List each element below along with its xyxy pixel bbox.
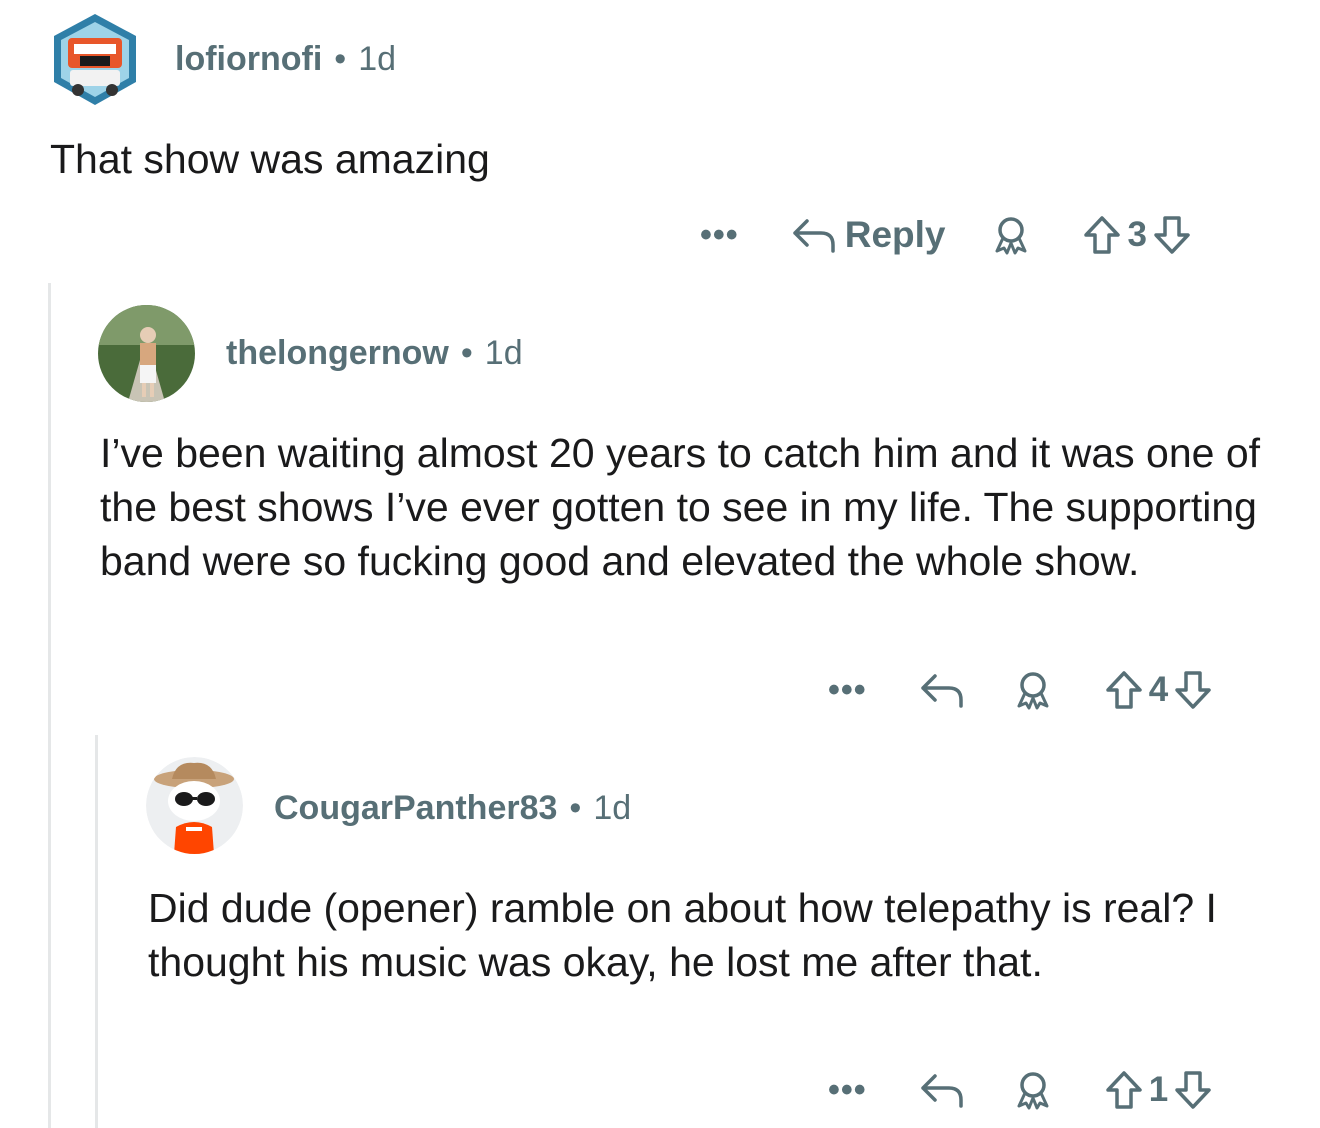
avatar[interactable] — [98, 305, 195, 402]
downvote-icon[interactable] — [1174, 1070, 1212, 1110]
award-icon[interactable] — [1011, 1070, 1055, 1110]
comment-meta: CougarPanther83 • 1d — [274, 789, 631, 828]
meta-separator: • — [334, 40, 347, 78]
reply-button[interactable] — [919, 672, 965, 708]
vote-score: 1 — [1148, 1070, 1169, 1109]
thread-line-level-2[interactable] — [95, 735, 98, 1128]
award-icon[interactable] — [989, 215, 1033, 255]
upvote-icon[interactable] — [1105, 1070, 1143, 1110]
comment-body: I’ve been waiting almost 20 years to cat… — [100, 430, 1261, 584]
vote-score: 4 — [1148, 670, 1169, 709]
username[interactable]: thelongernow — [226, 334, 449, 372]
username[interactable]: lofiornofi — [175, 40, 322, 78]
more-options-icon[interactable]: ••• — [700, 216, 739, 255]
comment-actions: ••• Reply 3 — [700, 205, 1191, 265]
comment-meta: thelongernow • 1d — [226, 334, 523, 373]
comment-actions: ••• 4 — [828, 660, 1212, 720]
comment-actions: ••• 1 — [828, 1060, 1212, 1120]
reply-label: Reply — [844, 214, 946, 255]
meta-separator: • — [460, 334, 473, 372]
comment-age: 1d — [593, 789, 632, 827]
comment-age: 1d — [484, 334, 523, 372]
thread-line-level-1[interactable] — [48, 283, 51, 1128]
reply-button[interactable]: Reply — [791, 214, 946, 256]
downvote-icon[interactable] — [1153, 215, 1191, 255]
more-options-icon[interactable]: ••• — [828, 1071, 867, 1110]
award-icon[interactable] — [1011, 670, 1055, 710]
upvote-icon[interactable] — [1105, 670, 1143, 710]
comment-body: That show was amazing — [50, 136, 490, 182]
vote-score: 3 — [1127, 215, 1147, 254]
meta-separator: • — [569, 789, 582, 827]
reply-arrow-icon — [919, 672, 965, 708]
reply-arrow-icon — [791, 217, 837, 253]
reply-arrow-icon — [919, 1072, 965, 1108]
comment-body: Did dude (opener) ramble on about how te… — [148, 885, 1217, 985]
avatar[interactable] — [50, 12, 140, 107]
avatar[interactable] — [146, 757, 243, 854]
downvote-icon[interactable] — [1174, 670, 1212, 710]
comment-age: 1d — [358, 40, 397, 78]
more-options-icon[interactable]: ••• — [828, 671, 867, 710]
reply-button[interactable] — [919, 1072, 965, 1108]
comment-meta: lofiornofi • 1d — [175, 40, 396, 79]
username[interactable]: CougarPanther83 — [274, 789, 557, 827]
upvote-icon[interactable] — [1083, 215, 1121, 255]
